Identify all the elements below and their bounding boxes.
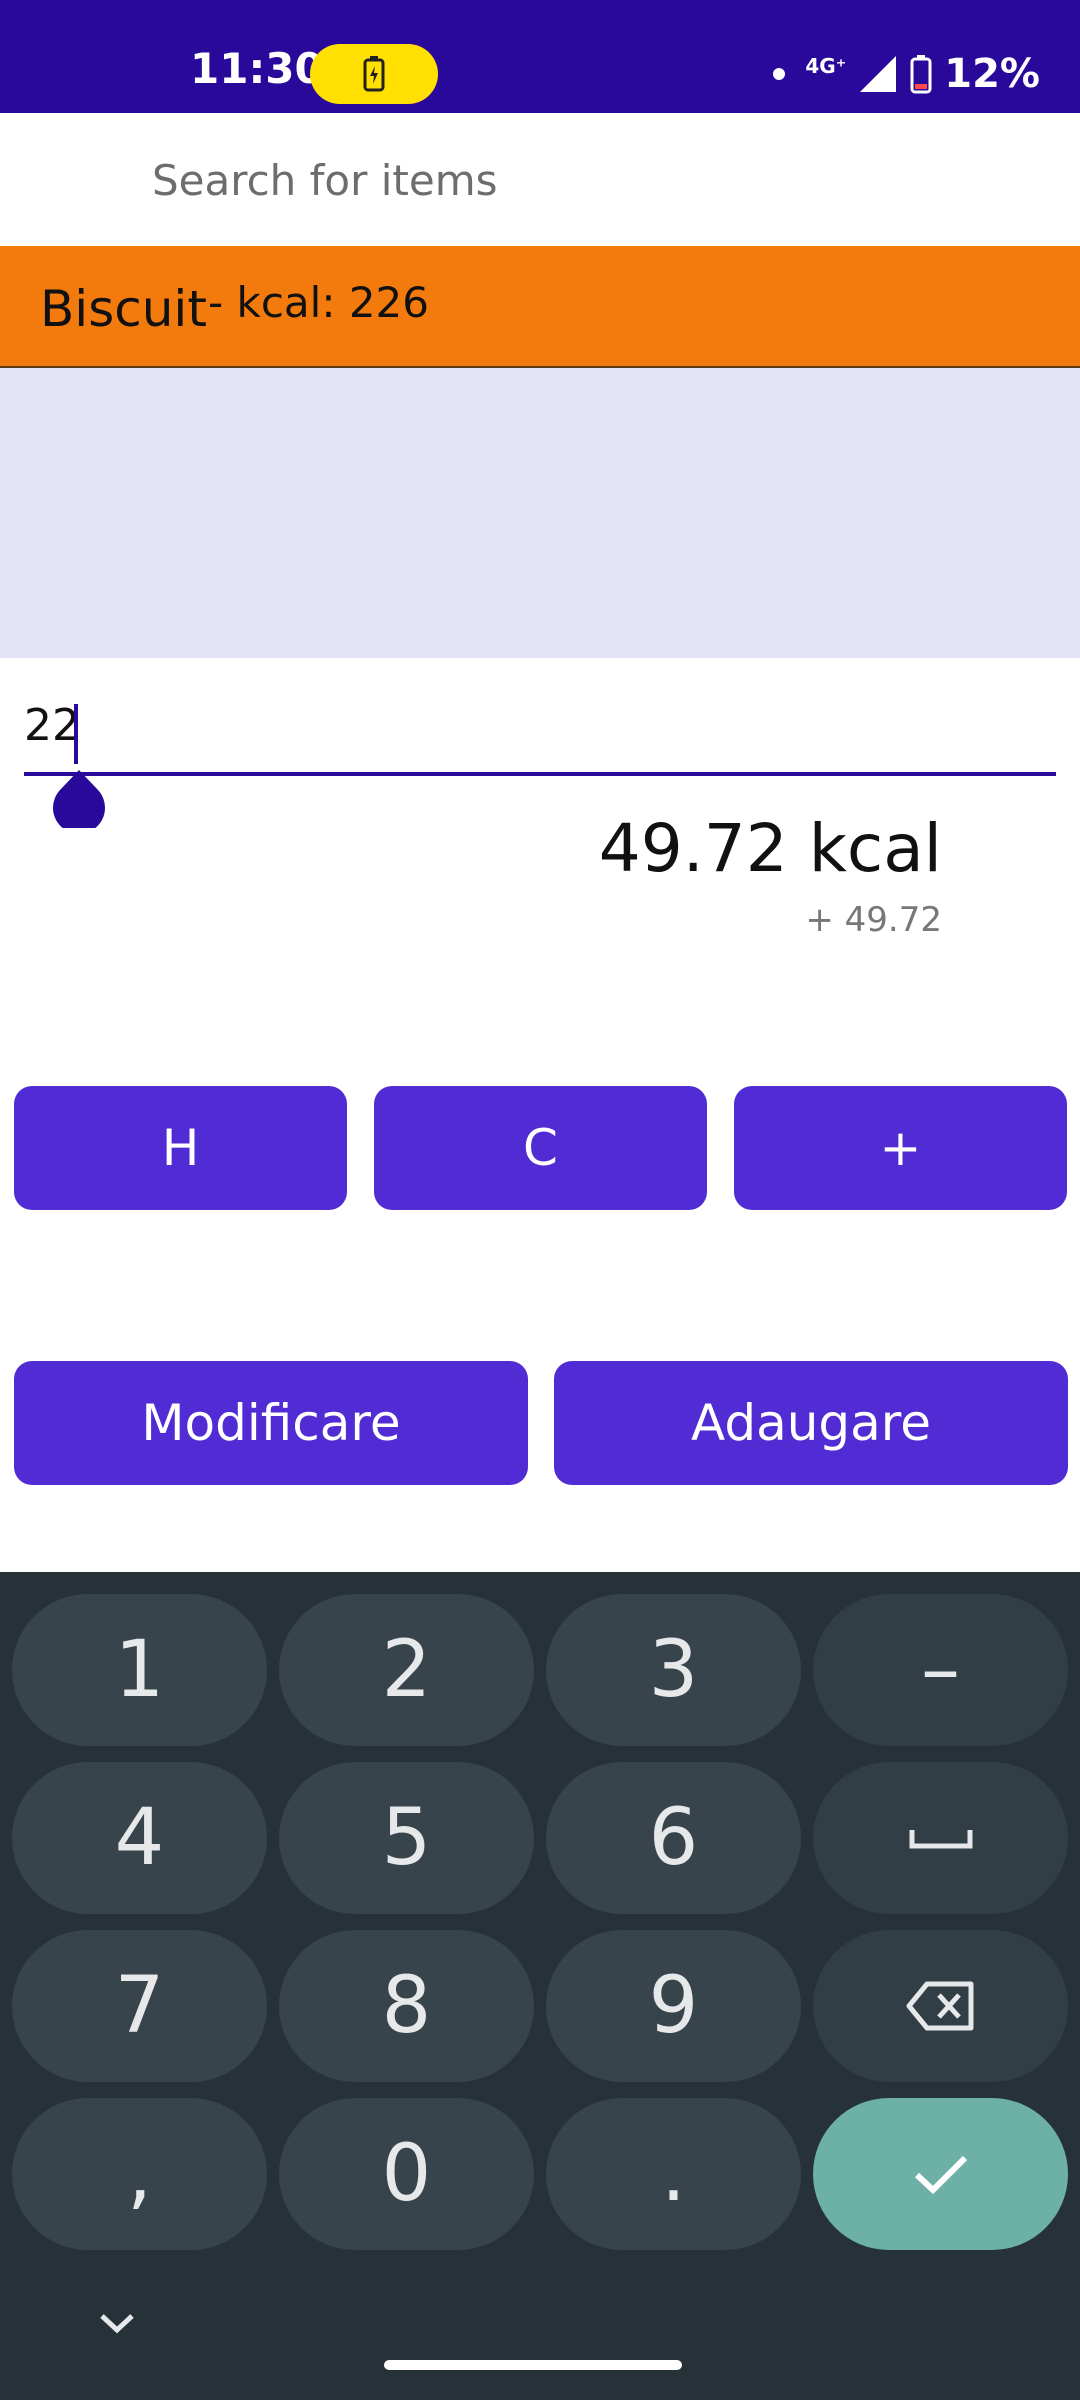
signal-icon [860, 56, 897, 92]
key-3[interactable]: 3 [546, 1594, 801, 1746]
c-button[interactable]: C [374, 1086, 707, 1210]
notification-dot-icon [773, 68, 786, 80]
gesture-nav-bar[interactable] [384, 2360, 682, 2370]
amount-input[interactable]: 22 [24, 700, 80, 751]
item-name: Biscuit [40, 280, 207, 338]
battery-saver-pill [310, 44, 438, 104]
key-minus[interactable]: – [813, 1594, 1068, 1746]
key-5[interactable]: 5 [279, 1762, 534, 1914]
h-button[interactable]: H [14, 1086, 347, 1210]
numeric-keyboard: 1 2 3 – 4 5 6 7 8 9 , 0 . [0, 1572, 1080, 2400]
key-8[interactable]: 8 [279, 1930, 534, 2082]
key-backspace[interactable] [813, 1930, 1068, 2082]
text-cursor [74, 704, 78, 764]
item-kcal: - kcal: 226 [208, 278, 429, 327]
status-indicators: 4G⁺ 12% [773, 44, 1040, 104]
kcal-total: 49.72 kcal [598, 810, 942, 887]
key-6[interactable]: 6 [546, 1762, 801, 1914]
amount-input-underline [24, 772, 1056, 776]
search-input[interactable] [150, 149, 1034, 211]
key-7[interactable]: 7 [12, 1930, 267, 2082]
key-0[interactable]: 0 [279, 2098, 534, 2250]
key-done[interactable] [813, 2098, 1068, 2250]
network-type: 4G⁺ [805, 54, 847, 78]
status-bar: 11:30 4G⁺ 12% [0, 0, 1080, 113]
battery-charging-icon [363, 56, 385, 92]
items-list [0, 368, 1080, 658]
key-comma[interactable]: , [12, 2098, 267, 2250]
chevron-down-icon[interactable] [96, 2310, 138, 2336]
status-time: 11:30 [190, 44, 324, 93]
battery-icon [910, 55, 932, 94]
battery-percent: 12% [944, 51, 1040, 97]
search-bar [0, 113, 1080, 246]
plus-button[interactable]: + [734, 1086, 1067, 1210]
key-period[interactable]: . [546, 2098, 801, 2250]
add-button[interactable]: Adaugare [554, 1361, 1068, 1485]
key-4[interactable]: 4 [12, 1762, 267, 1914]
check-icon [914, 2155, 967, 2195]
cursor-handle-icon[interactable] [52, 768, 106, 828]
space-icon [909, 1830, 972, 1849]
key-9[interactable]: 9 [546, 1930, 801, 2082]
key-space[interactable] [813, 1762, 1068, 1914]
kcal-delta: + 49.72 [805, 900, 942, 940]
selected-item-row[interactable]: Biscuit - kcal: 226 [0, 246, 1080, 368]
backspace-icon [906, 1981, 973, 2031]
key-2[interactable]: 2 [279, 1594, 534, 1746]
modify-button[interactable]: Modificare [14, 1361, 528, 1485]
key-1[interactable]: 1 [12, 1594, 267, 1746]
